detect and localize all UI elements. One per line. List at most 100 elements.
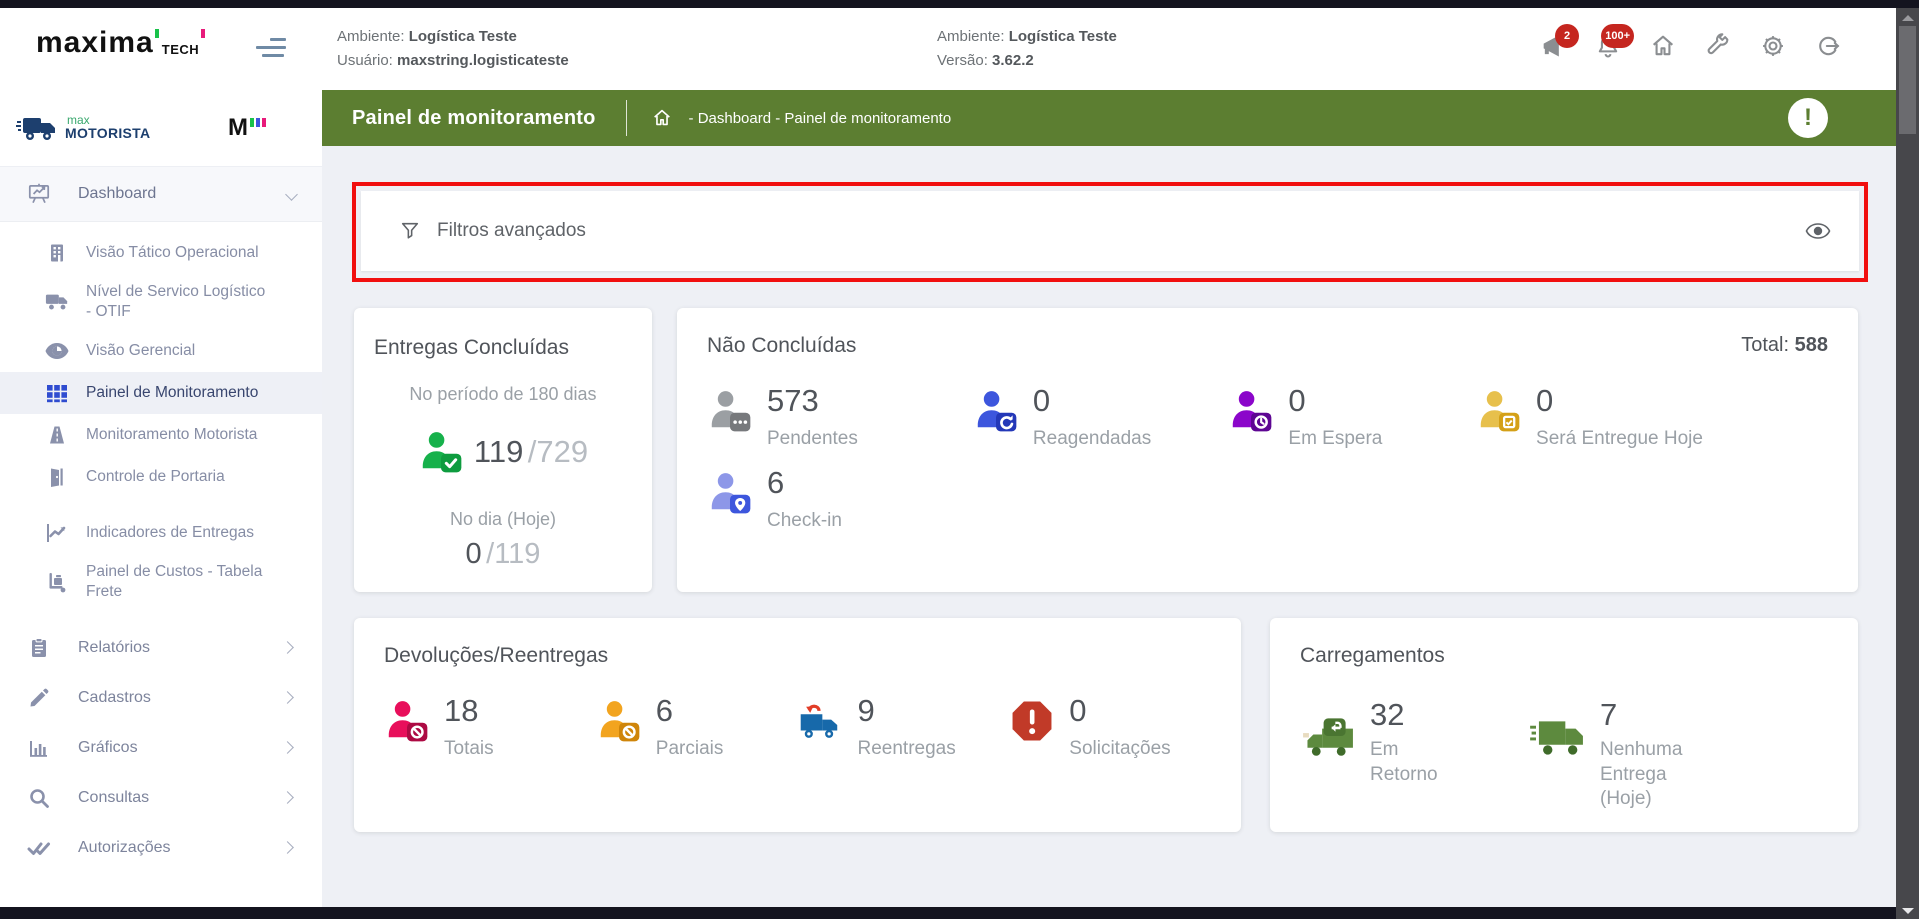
sidebar-item-painel-monitoramento[interactable]: Painel de Monitoramento (0, 372, 322, 414)
vertical-scrollbar[interactable] (1896, 8, 1919, 919)
logout-icon[interactable] (1814, 32, 1842, 60)
stat-totais: 18 Totais (384, 694, 596, 762)
versao-label: Versão: (937, 52, 988, 69)
sidebar: max MOTORISTA M Dashboard V (0, 90, 322, 907)
main-content: Filtros avançados Entregas Concluídas No… (322, 146, 1896, 907)
red-annotation-box: Filtros avançados (352, 182, 1868, 282)
sidebar-item-painel-custos[interactable]: Painel de Custos - Tabela Frete (0, 554, 322, 610)
scrollbar-up-arrow[interactable] (1902, 15, 1914, 21)
person-pending-icon (707, 388, 753, 434)
scrollbar-down-arrow[interactable] (1902, 908, 1914, 914)
sidebar-section-relatorios[interactable]: Relatórios (0, 623, 322, 673)
sidebar-item-dashboard[interactable]: Dashboard (0, 167, 322, 222)
stat-value: 0 (1033, 384, 1151, 418)
sidebar-item-label: Nível de Servico Logístico - OTIF (86, 282, 272, 322)
chevron-right-icon (281, 641, 294, 654)
stat-parciais: 6 Parciais (596, 694, 798, 762)
notifications-badge: 100+ (1601, 24, 1634, 48)
period-label: No período de 180 dias (374, 384, 632, 405)
stat-em-retorno: 32 Em Retorno (1300, 698, 1530, 812)
m-bar-blue (256, 118, 260, 127)
chevron-right-icon (281, 791, 294, 804)
top-frame-bar (0, 0, 1919, 8)
person-pin-icon (707, 470, 753, 516)
settings-gear-icon[interactable] (1759, 32, 1787, 60)
stat-label: Reentregas (858, 737, 956, 762)
stat-label: Solicitações (1069, 737, 1170, 762)
pencil-icon (26, 685, 52, 711)
card-devolucoes-reentregas: Devoluções/Reentregas 18 Totais (354, 618, 1241, 832)
advanced-filters-bar[interactable]: Filtros avançados (361, 191, 1859, 271)
period-value: 119 (474, 434, 523, 469)
sidebar-item-indicadores-entregas[interactable]: Indicadores de Entregas (0, 512, 322, 554)
sidebar-item-visao-tatico[interactable]: Visão Tático Operacional (0, 232, 322, 274)
sidebar-section-cadastros[interactable]: Cadastros (0, 673, 322, 723)
sidebar-section-label: Gráficos (78, 739, 138, 757)
sidebar-item-nivel-servico[interactable]: Nível de Servico Logístico - OTIF (0, 274, 322, 330)
card-entregas-concluidas: Entregas Concluídas No período de 180 di… (354, 308, 652, 592)
sidebar-item-monitoramento-motorista[interactable]: Monitoramento Motorista (0, 414, 322, 456)
line-chart-icon (44, 520, 70, 546)
sidebar-item-label: Painel de Custos - Tabela Frete (86, 562, 272, 602)
stat-value: 0 (1536, 384, 1703, 418)
sidebar-item-label: Controle de Portaria (86, 467, 272, 487)
stat-check-in: 6 Check-in (707, 466, 973, 534)
filters-visibility-eye-icon[interactable] (1805, 222, 1831, 240)
logo-tick-pink (201, 29, 205, 38)
alert-octagon-icon (1009, 698, 1055, 744)
breadcrumb-home-icon[interactable] (651, 107, 673, 129)
menu-toggle-icon[interactable] (256, 38, 292, 60)
stat-value: 0 (1288, 384, 1382, 418)
stat-label: Em Retorno (1370, 738, 1450, 787)
page-title: Painel de monitoramento (352, 107, 596, 130)
sidebar-section-graficos[interactable]: Gráficos (0, 723, 322, 773)
sidebar-section-autorizacoes[interactable]: Autorizações (0, 823, 322, 873)
period-total: /729 (528, 434, 588, 469)
sidebar-section-label: Autorizações (78, 839, 171, 857)
person-check-icon (418, 429, 464, 475)
person-partial-icon (596, 698, 642, 744)
stat-value: 6 (656, 694, 724, 728)
card-nao-concluidas: Não Concluídas Total: 588 573 Pendentes (677, 308, 1858, 592)
usuario-label: Usuário: (337, 52, 393, 69)
stat-label: Parciais (656, 737, 724, 762)
stat-label: Em Espera (1288, 427, 1382, 452)
truck-icon (44, 289, 70, 315)
total-label: Total: (1741, 334, 1789, 356)
alert-button[interactable]: ! (1788, 98, 1828, 138)
card-title: Carregamentos (1300, 644, 1828, 668)
person-calendar-icon (1476, 388, 1522, 434)
tools-wrench-icon[interactable] (1704, 32, 1732, 60)
stat-reentregas: 9 Reentregas (798, 694, 1010, 762)
stat-value: 6 (767, 466, 842, 500)
stat-value: 32 (1370, 698, 1450, 732)
door-icon (44, 464, 70, 490)
stat-value: 573 (767, 384, 858, 418)
m-brand-mark: M (228, 116, 266, 140)
home-icon[interactable] (1649, 32, 1677, 60)
brand-text: maxima (36, 28, 154, 58)
clipboard-icon (26, 635, 52, 661)
ambiente2-label: Ambiente: (937, 28, 1005, 45)
stat-reagendadas: 0 Reagendadas (973, 384, 1228, 452)
bar-chart-icon (26, 735, 52, 761)
search-icon (26, 785, 52, 811)
sidebar-item-controle-portaria[interactable]: Controle de Portaria (0, 456, 322, 498)
card-title: Não Concluídas (707, 334, 856, 358)
bottom-frame-bar (0, 907, 1919, 919)
sidebar-item-visao-gerencial[interactable]: Visão Gerencial (0, 330, 322, 372)
notifications-bell-icon[interactable]: 100+ (1594, 32, 1622, 60)
chevron-right-icon (281, 741, 294, 754)
truck-delivery-icon (1530, 714, 1586, 758)
sidebar-section-label: Relatórios (78, 639, 150, 657)
app-header: maxima TECH Ambiente: Logística Teste Us… (0, 8, 1896, 90)
announcements-icon[interactable]: 2 (1539, 32, 1567, 60)
sidebar-section-consultas[interactable]: Consultas (0, 773, 322, 823)
stat-em-espera: 0 Em Espera (1228, 384, 1476, 452)
stat-value: 7 (1600, 698, 1710, 732)
scrollbar-thumb[interactable] (1899, 26, 1916, 134)
breadcrumb: - Dashboard - Painel de monitoramento (689, 110, 952, 127)
stat-value: 0 (1069, 694, 1170, 728)
card-carregamentos: Carregamentos 32 Em Retorno (1270, 618, 1858, 832)
total-value: 588 (1795, 334, 1828, 356)
